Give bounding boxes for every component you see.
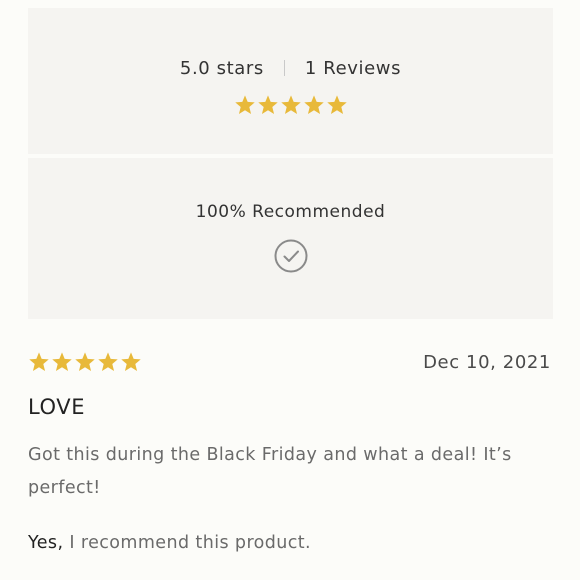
star-icon (234, 95, 255, 114)
star-icon (98, 352, 118, 371)
review-star-rating (28, 351, 142, 373)
review-title: LOVE (28, 395, 86, 419)
recommendation-summary-panel: 100% Recommended (28, 158, 553, 319)
review-body: Got this during the Black Friday and wha… (28, 445, 512, 498)
review-recommendation: Yes, I recommend this product. (28, 533, 311, 553)
star-icon (280, 95, 301, 114)
average-rating-label: 5.0 stars (179, 58, 264, 79)
recommend-percentage-label: 100% Recommended (195, 202, 386, 222)
check-circle-icon (274, 239, 307, 273)
rating-summary-line: 5.0 stars 1 Reviews (28, 58, 553, 79)
star-icon (257, 95, 278, 114)
review-count-label: 1 Reviews (304, 58, 402, 79)
recommend-text: I recommend this product. (63, 533, 312, 553)
recommend-yes-label: Yes, (28, 533, 64, 553)
rating-summary-panel: 5.0 stars 1 Reviews (28, 8, 553, 154)
review-date: Dec 10, 2021 (423, 352, 551, 373)
star-icon (326, 95, 347, 114)
star-icon (29, 352, 49, 371)
star-icon (303, 95, 324, 114)
star-icon (121, 352, 141, 371)
summary-star-rating (28, 94, 553, 116)
star-icon (75, 352, 95, 371)
divider (283, 60, 285, 76)
reviews-section: 5.0 stars 1 Reviews 100% Recommended Dec … (0, 0, 580, 580)
star-icon (52, 352, 72, 371)
